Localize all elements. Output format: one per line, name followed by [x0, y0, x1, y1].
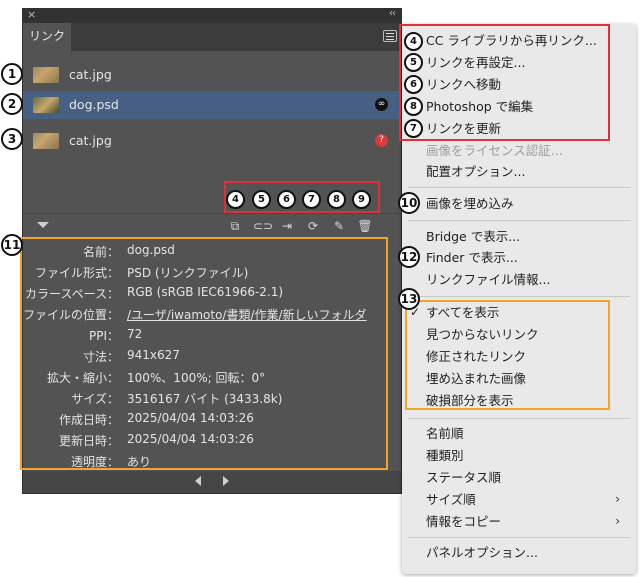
menu-divider: [408, 418, 630, 419]
info-toggle-icon[interactable]: [37, 222, 49, 228]
tab-links[interactable]: リンク: [23, 23, 71, 51]
callout-1: 1: [1, 63, 23, 85]
callout-6: 6: [404, 75, 423, 94]
go-to-link-icon[interactable]: ⇥: [279, 218, 295, 234]
callout-7: 7: [302, 190, 321, 209]
link-name: cat.jpg: [69, 133, 112, 148]
menu-item-sort-size[interactable]: サイズ順 ›: [402, 489, 636, 510]
update-link-icon[interactable]: ⟳: [305, 218, 321, 234]
thumbnail-icon: [33, 67, 59, 83]
panel-menu-icon[interactable]: [383, 30, 397, 42]
prev-arrow-icon[interactable]: [195, 476, 201, 486]
chevron-right-icon: ›: [615, 492, 620, 506]
missing-link-icon: ?: [375, 134, 388, 147]
callout-12: 12: [398, 246, 420, 268]
panel-footer: [23, 471, 401, 493]
link-status-icon: ∞: [375, 98, 388, 111]
callout-8: 8: [327, 190, 346, 209]
menu-item-file-info[interactable]: リンクファイル情報...: [402, 269, 636, 290]
menu-highlight-box-red: [399, 24, 610, 141]
callout-2: 2: [1, 93, 23, 115]
callout-9: 9: [352, 190, 371, 209]
menu-item-sort-status[interactable]: ステータス順: [402, 467, 636, 488]
link-row-selected[interactable]: dog.psd ∞: [23, 91, 401, 119]
menu-item-panel-options[interactable]: パネルオプション...: [402, 542, 636, 563]
menu-divider: [408, 296, 630, 297]
menu-divider: [408, 187, 630, 188]
menu-item-finder[interactable]: Finder で表示...: [402, 247, 636, 268]
panel-tab-row: リンク: [23, 23, 401, 51]
panel-toolbar: ⧉ ⊂⊃ ⇥ ⟳ ✎ 🗑: [23, 213, 401, 238]
link-name: cat.jpg: [69, 67, 112, 82]
link-row[interactable]: cat.jpg: [23, 61, 401, 89]
panel-title-bar: × ‹‹: [23, 8, 401, 23]
callout-13: 13: [398, 288, 420, 310]
link-name: dog.psd: [69, 97, 119, 112]
menu-divider: [408, 537, 630, 538]
relink-icon[interactable]: ⊂⊃: [253, 218, 273, 234]
callout-11: 11: [1, 234, 23, 256]
menu-divider: [408, 220, 630, 221]
thumbnail-icon: [33, 133, 59, 149]
callout-7: 7: [404, 119, 423, 138]
chevron-right-icon: ›: [615, 514, 620, 528]
close-icon[interactable]: ×: [27, 8, 36, 21]
menu-item-copy-info[interactable]: 情報をコピー ›: [402, 511, 636, 532]
info-highlight-box: [20, 237, 388, 470]
thumbnail-icon: [33, 97, 59, 113]
callout-5: 5: [252, 190, 271, 209]
next-arrow-icon[interactable]: [223, 476, 229, 486]
callout-3: 3: [1, 128, 23, 150]
menu-item-placement-options[interactable]: 配置オプション...: [402, 161, 636, 182]
menu-item-sort-type[interactable]: 種類別: [402, 445, 636, 466]
callout-5: 5: [404, 53, 423, 72]
menu-highlight-box-orange: [405, 300, 610, 410]
edit-original-icon[interactable]: ✎: [331, 218, 347, 234]
callout-4: 4: [226, 190, 245, 209]
callout-4: 4: [404, 32, 423, 51]
link-row[interactable]: cat.jpg ?: [23, 127, 401, 155]
menu-item-sort-name[interactable]: 名前順: [402, 423, 636, 444]
menu-item-embed-image[interactable]: 画像を埋め込み: [402, 193, 636, 214]
callout-10: 10: [398, 192, 420, 214]
delete-icon[interactable]: 🗑: [357, 218, 373, 234]
callout-6: 6: [277, 190, 296, 209]
menu-item-bridge[interactable]: Bridge で表示...: [402, 226, 636, 247]
menu-item-license: 画像をライセンス認証...: [426, 143, 563, 158]
collapse-icon[interactable]: ‹‹: [389, 8, 396, 19]
cc-relink-icon[interactable]: ⧉: [227, 218, 243, 234]
callout-8: 8: [404, 97, 423, 116]
